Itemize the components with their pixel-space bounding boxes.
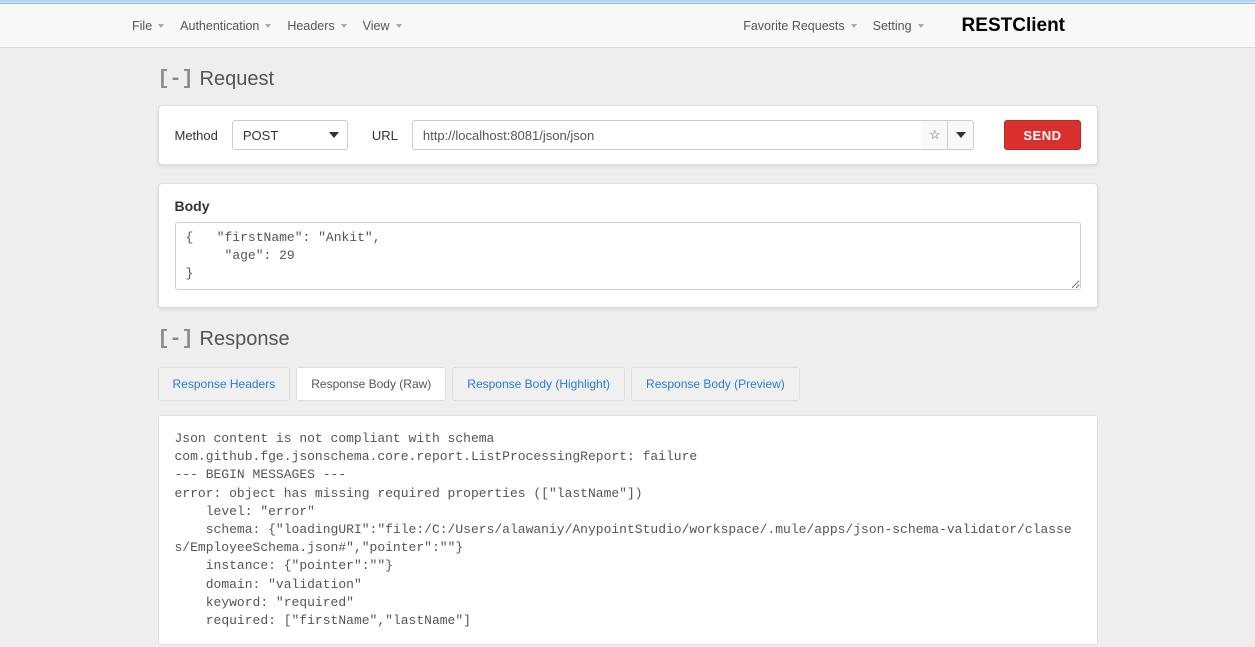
chevron-down-icon (396, 24, 402, 28)
body-label: Body (175, 198, 1081, 214)
menu-label: Authentication (180, 19, 259, 33)
request-section-header: [-] Request (158, 68, 1098, 91)
url-label: URL (372, 128, 398, 143)
chevron-down-icon (265, 24, 271, 28)
menu-view[interactable]: View (355, 4, 410, 48)
brand-logo: RESTClient (932, 15, 1255, 37)
favorite-button[interactable]: ☆ (922, 120, 948, 150)
response-title: Response (200, 328, 290, 351)
request-panel: Method POST URL ☆ SEND (158, 105, 1098, 165)
request-title: Request (200, 68, 275, 91)
response-body-content: Json content is not compliant with schem… (175, 430, 1081, 630)
response-tabs: Response Headers Response Body (Raw) Res… (158, 367, 1098, 401)
send-button[interactable]: SEND (1004, 120, 1080, 150)
chevron-down-icon (329, 132, 339, 138)
star-icon: ☆ (929, 127, 941, 143)
response-section-header: [-] Response (158, 328, 1098, 351)
menu-file[interactable]: File (124, 4, 172, 48)
method-value: POST (243, 128, 278, 143)
method-label: Method (175, 128, 218, 143)
menu-right: Favorite Requests Setting (735, 4, 931, 48)
menu-bar: File Authentication Headers View Favorit… (0, 4, 1255, 48)
tab-response-body-highlight[interactable]: Response Body (Highlight) (452, 367, 625, 401)
history-dropdown-button[interactable] (948, 120, 974, 150)
url-input[interactable] (412, 120, 922, 150)
menu-label: Setting (873, 19, 912, 33)
menu-label: Headers (287, 19, 334, 33)
response-body-panel: Json content is not compliant with schem… (158, 415, 1098, 645)
menu-authentication[interactable]: Authentication (172, 4, 279, 48)
body-panel: Body (158, 183, 1098, 308)
menu-left: File Authentication Headers View (124, 4, 410, 48)
menu-favorite-requests[interactable]: Favorite Requests (735, 4, 864, 48)
chevron-down-icon (341, 24, 347, 28)
tab-response-body-preview[interactable]: Response Body (Preview) (631, 367, 800, 401)
collapse-toggle-request[interactable]: [-] (158, 68, 194, 91)
collapse-toggle-response[interactable]: [-] (158, 328, 194, 351)
chevron-down-icon (956, 132, 966, 138)
menu-label: View (363, 19, 390, 33)
menu-setting[interactable]: Setting (865, 4, 932, 48)
tab-response-headers[interactable]: Response Headers (158, 367, 291, 401)
menu-headers[interactable]: Headers (279, 4, 354, 48)
menu-label: File (132, 19, 152, 33)
body-textarea[interactable] (175, 222, 1081, 290)
chevron-down-icon (918, 24, 924, 28)
method-select[interactable]: POST (232, 120, 348, 150)
menu-label: Favorite Requests (743, 19, 844, 33)
chevron-down-icon (158, 24, 164, 28)
chevron-down-icon (851, 24, 857, 28)
tab-response-body-raw[interactable]: Response Body (Raw) (296, 367, 446, 401)
